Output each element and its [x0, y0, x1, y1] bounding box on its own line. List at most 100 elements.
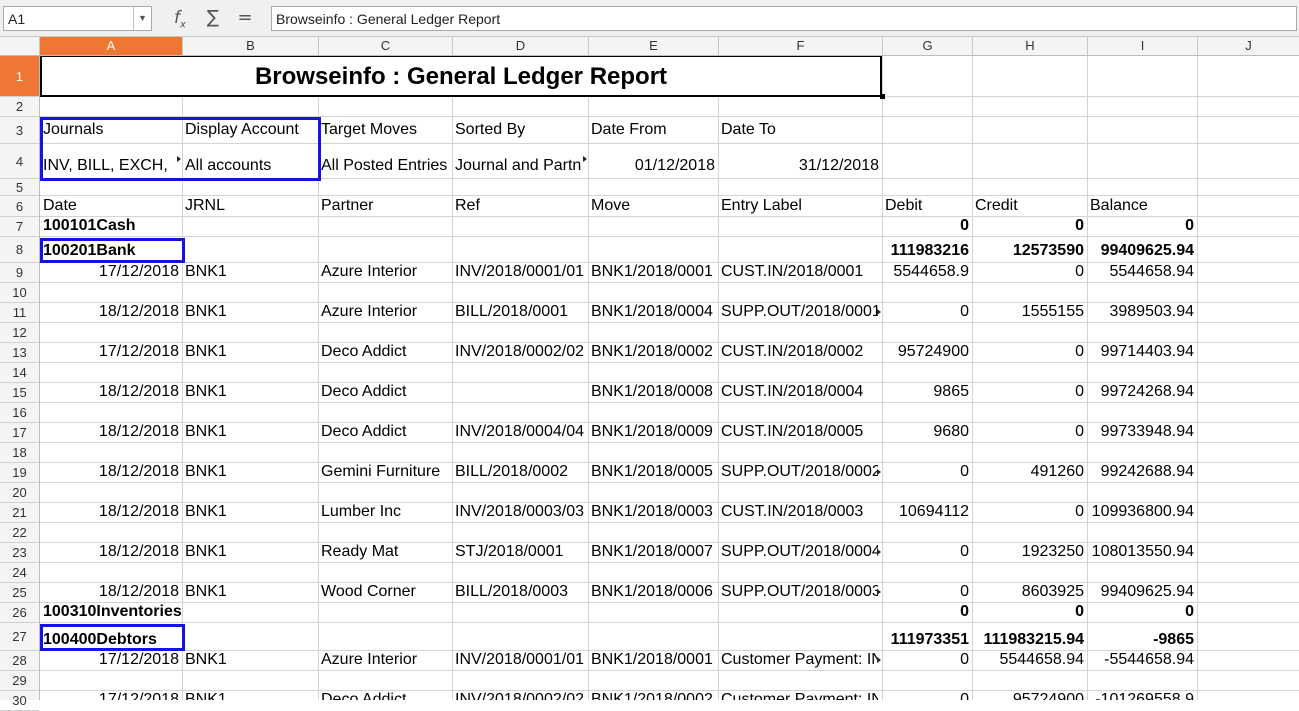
row-header-9[interactable]: 9	[0, 263, 39, 283]
row-header-18[interactable]: 18	[0, 443, 39, 463]
row-header-6[interactable]: 6	[0, 196, 39, 217]
row-header-2[interactable]: 2	[0, 97, 39, 117]
sigma-icon[interactable]: ∑	[201, 6, 225, 30]
formula-text: Browseinfo : General Ledger Report	[276, 11, 501, 27]
line-move: BNK1/2018/0008	[591, 383, 713, 400]
line-balance: 99409625.94	[1100, 583, 1194, 600]
row-header-30[interactable]: 30	[0, 691, 39, 711]
line-debit: 9680	[933, 423, 969, 440]
line-balance: 99242688.94	[1100, 463, 1194, 480]
selection-fill-handle[interactable]	[880, 94, 885, 99]
row-header-8[interactable]: 8	[0, 237, 39, 263]
account-name: 100101Cash	[43, 217, 136, 234]
header-balance: Balance	[1090, 197, 1148, 214]
row-header-4[interactable]: 4	[0, 144, 39, 179]
line-date: 17/12/2018	[98, 691, 179, 700]
row-header-22[interactable]: 22	[0, 523, 39, 543]
row-header-17[interactable]: 17	[0, 423, 39, 443]
value-date-to: 31/12/2018	[798, 157, 879, 174]
column-header-c[interactable]: C	[319, 37, 453, 55]
line-date: 18/12/2018	[98, 303, 179, 320]
highlight-box-bank	[40, 238, 185, 263]
line-debit: 0	[960, 691, 969, 700]
line-entry-label: SUPP.OUT/2018/0004	[721, 543, 878, 560]
header-debit: Debit	[885, 197, 923, 214]
column-header-g[interactable]: G	[883, 37, 973, 55]
line-date: 18/12/2018	[98, 543, 179, 560]
row-header-12[interactable]: 12	[0, 323, 39, 343]
line-balance: 99733948.94	[1100, 423, 1194, 440]
text-overflow-arrow-icon	[877, 309, 881, 315]
line-jrnl: BNK1	[185, 503, 227, 520]
line-debit: 9865	[933, 383, 969, 400]
row-header-24[interactable]: 24	[0, 563, 39, 583]
line-credit: 491260	[1030, 463, 1084, 480]
row-header-10[interactable]: 10	[0, 283, 39, 303]
formula-input[interactable]: Browseinfo : General Ledger Report	[271, 6, 1297, 31]
line-move: BNK1/2018/0004	[591, 303, 713, 320]
column-header-f[interactable]: F	[719, 37, 883, 55]
line-entry-label: SUPP.OUT/2018/0002	[721, 463, 878, 480]
label-target-moves: Target Moves	[321, 121, 418, 138]
line-ref: INV/2018/0004/04	[455, 423, 584, 440]
row-header-29[interactable]: 29	[0, 671, 39, 691]
line-partner: Deco Addict	[321, 691, 407, 700]
label-sorted-by: Sorted By	[455, 121, 526, 138]
line-ref: INV/2018/0001/01	[455, 651, 584, 668]
row-header-27[interactable]: 27	[0, 623, 39, 651]
row-header-28[interactable]: 28	[0, 651, 39, 671]
spreadsheet-grid[interactable]: Browseinfo : General Ledger Report Journ…	[40, 56, 1299, 700]
name-box[interactable]: A1 ▼	[3, 6, 152, 31]
equals-icon[interactable]: =	[233, 6, 257, 30]
line-debit: 0	[960, 463, 969, 480]
account-name: 100310Inventories	[43, 603, 182, 620]
value-target-moves: All Posted Entries	[321, 157, 448, 174]
row-header-13[interactable]: 13	[0, 343, 39, 363]
row-header-11[interactable]: 11	[0, 303, 39, 323]
column-header-i[interactable]: I	[1088, 37, 1198, 55]
row-header-5[interactable]: 5	[0, 179, 39, 196]
text-overflow-arrow-icon	[877, 589, 881, 595]
line-partner: Deco Addict	[321, 423, 407, 440]
label-date-to: Date To	[721, 121, 776, 138]
select-all-corner[interactable]	[0, 37, 40, 55]
header-date: Date	[43, 197, 77, 214]
value-sorted-by: Journal and Partn	[455, 157, 582, 174]
account-balance: -9865	[1153, 631, 1194, 648]
column-header-j[interactable]: J	[1198, 37, 1299, 55]
row-header-20[interactable]: 20	[0, 483, 39, 503]
row-header-14[interactable]: 14	[0, 363, 39, 383]
highlight-box-filters	[40, 117, 321, 181]
line-partner: Lumber Inc	[321, 503, 402, 520]
row-header-25[interactable]: 25	[0, 583, 39, 603]
line-ref: STJ/2018/0001	[455, 543, 564, 560]
row-header-26[interactable]: 26	[0, 603, 39, 623]
line-partner: Azure Interior	[321, 651, 418, 668]
row-header-16[interactable]: 16	[0, 403, 39, 423]
line-balance: 5544658.94	[1109, 263, 1194, 280]
line-partner: Ready Mat	[321, 543, 399, 560]
value-date-from: 01/12/2018	[634, 157, 715, 174]
line-date: 18/12/2018	[98, 583, 179, 600]
line-entry-label: CUST.IN/2018/0005	[721, 423, 864, 440]
line-entry-label: SUPP.OUT/2018/0001	[721, 303, 878, 320]
row-header-19[interactable]: 19	[0, 463, 39, 483]
report-title-cell[interactable]: Browseinfo : General Ledger Report	[40, 56, 882, 97]
row-header-3[interactable]: 3	[0, 117, 39, 144]
row-header-7[interactable]: 7	[0, 217, 39, 237]
column-header-e[interactable]: E	[589, 37, 719, 55]
account-balance: 99409625.94	[1100, 242, 1194, 259]
row-header-1[interactable]: 1	[0, 56, 39, 97]
column-header-h[interactable]: H	[973, 37, 1088, 55]
column-header-a[interactable]: A	[40, 37, 183, 55]
fx-icon[interactable]: fx	[168, 6, 192, 30]
account-balance: 0	[1185, 603, 1194, 620]
row-header-15[interactable]: 15	[0, 383, 39, 403]
column-header-d[interactable]: D	[453, 37, 589, 55]
chevron-down-icon[interactable]: ▼	[133, 7, 151, 30]
row-header-23[interactable]: 23	[0, 543, 39, 563]
row-header-21[interactable]: 21	[0, 503, 39, 523]
line-balance: 99714403.94	[1100, 343, 1194, 360]
column-header-b[interactable]: B	[183, 37, 319, 55]
line-move: BNK1/2018/0001	[591, 263, 713, 280]
